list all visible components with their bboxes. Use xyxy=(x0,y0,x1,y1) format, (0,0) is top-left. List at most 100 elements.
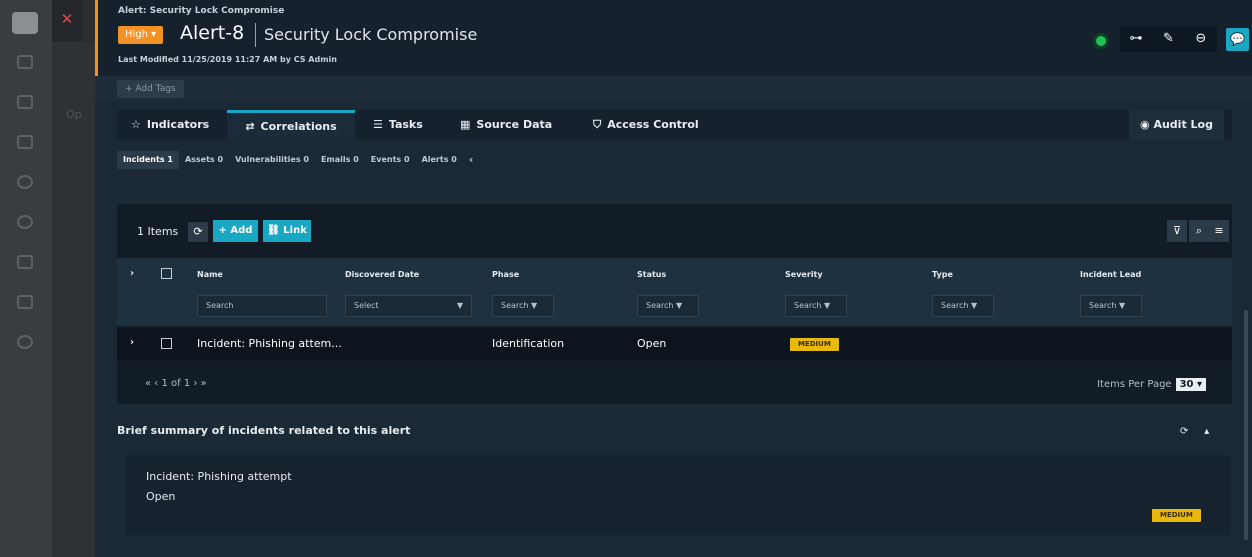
filter-icon[interactable]: ⊽ xyxy=(1167,220,1187,242)
comments-icon[interactable]: 💬 xyxy=(1226,28,1249,51)
refresh-icon[interactable]: ⟳ xyxy=(1180,426,1188,437)
severity-badge: MEDIUM xyxy=(790,338,839,351)
shuffle-icon[interactable] xyxy=(17,135,33,149)
filter-value: Search xyxy=(646,301,674,310)
close-modal-button[interactable]: ✕ xyxy=(52,0,82,42)
subtab-label: Incidents xyxy=(123,155,165,164)
summary-title: Brief summary of incidents related to th… xyxy=(117,424,411,437)
menu-icon[interactable]: ≡ xyxy=(1209,220,1229,242)
shield-icon: ⛉ xyxy=(593,118,602,131)
subtab-count: 0 xyxy=(303,155,309,164)
link-button[interactable]: ⛓ Link xyxy=(263,220,311,242)
collapse-icon[interactable]: ▴ xyxy=(1204,426,1209,437)
subtab-assets[interactable]: Assets 0 xyxy=(179,151,229,169)
refresh-icon[interactable]: ⟳ xyxy=(188,222,208,242)
subtab-label: Assets xyxy=(184,155,215,164)
queue-icon[interactable] xyxy=(17,95,33,109)
list-icon: ☰ xyxy=(373,118,383,131)
grid-header: › Name Discovered Date Phase Status Seve… xyxy=(117,258,1232,326)
tab-source-data[interactable]: ▦ Source Data xyxy=(460,110,552,140)
breadcrumb: Alert: Security Lock Compromise xyxy=(118,6,285,16)
subtab-count: 0 xyxy=(451,155,457,164)
column-header-discovered-date[interactable]: Discovered Date xyxy=(345,270,419,279)
briefcase-icon[interactable] xyxy=(17,255,33,269)
items-per-page: Items Per Page 30 ▾ xyxy=(1097,378,1206,391)
audit-log-label: Audit Log xyxy=(1153,118,1213,131)
incident-name[interactable]: Incident: Phishing attem... xyxy=(197,337,342,350)
severity-filter[interactable]: Search ▼ xyxy=(785,295,847,317)
expand-all-icon[interactable]: › xyxy=(130,268,134,279)
row-checkbox[interactable] xyxy=(161,338,172,349)
severity-dropdown[interactable]: High ▾ xyxy=(118,26,164,44)
column-header-name[interactable]: Name xyxy=(197,270,223,279)
link-label: Link xyxy=(283,225,307,236)
add-tags-button[interactable]: + Add Tags xyxy=(117,80,184,98)
dashboard-icon[interactable] xyxy=(17,55,33,69)
tab-indicators[interactable]: ☆ Indicators xyxy=(131,110,209,140)
incidents-grid: 1 Items ⟳ + Add ⛓ Link ⊽ ⌕ ≡ › Name Disc… xyxy=(117,204,1232,404)
subtab-count: 0 xyxy=(217,155,224,164)
grid-toolbar: 1 Items ⟳ + Add ⛓ Link ⊽ ⌕ ≡ xyxy=(117,204,1232,254)
phase-filter[interactable]: Search ▼ xyxy=(492,295,554,317)
tab-label: Correlations xyxy=(260,120,337,133)
items-per-page-label: Items Per Page xyxy=(1097,379,1172,390)
expand-row-icon[interactable]: › xyxy=(130,337,134,348)
column-header-phase[interactable]: Phase xyxy=(492,270,519,279)
tab-correlations[interactable]: ⇄ Correlations xyxy=(227,110,355,140)
filter-value: Search xyxy=(941,301,969,310)
subtab-vulnerabilities[interactable]: Vulnerabilities 0 xyxy=(229,151,315,169)
tab-tasks[interactable]: ☰ Tasks xyxy=(373,110,423,140)
column-header-incident-lead[interactable]: Incident Lead xyxy=(1080,270,1141,279)
discovered-date-filter[interactable]: Select ▼ xyxy=(345,295,472,317)
subtab-emails[interactable]: Emails 0 xyxy=(315,151,365,169)
items-per-page-select[interactable]: 30 ▾ xyxy=(1175,378,1206,391)
alert-modal: Alert: Security Lock Compromise High ▾ A… xyxy=(95,0,1252,557)
subtab-incidents[interactable]: Incidents 1 xyxy=(117,151,179,169)
workflow-icon[interactable]: ⊶ xyxy=(1120,26,1152,52)
background-app-strip: Op xyxy=(52,42,95,557)
subtab-label: Events xyxy=(370,155,402,164)
select-all-checkbox[interactable] xyxy=(161,268,172,279)
status-filter[interactable]: Search ▼ xyxy=(637,295,699,317)
incident-phase: Identification xyxy=(492,337,565,350)
pagination[interactable]: « ‹ 1 of 1 › » xyxy=(145,378,207,389)
summary-incident-name: Incident: Phishing attempt xyxy=(146,470,292,483)
app-logo xyxy=(12,12,38,34)
dropdown-caret-icon: ▼ xyxy=(824,301,831,310)
type-filter[interactable]: Search ▼ xyxy=(932,295,994,317)
dropdown-caret-icon: ▼ xyxy=(456,301,463,310)
subtab-alerts[interactable]: Alerts 0 xyxy=(416,151,463,169)
eye-icon: ◉ xyxy=(1140,118,1154,131)
collapse-subtabs-icon[interactable]: ‹ xyxy=(463,151,480,169)
app-root: ✕ Op Alert: Security Lock Compromise Hig… xyxy=(0,0,1252,557)
filter-value: Search xyxy=(1089,301,1117,310)
settings-icon[interactable] xyxy=(17,335,33,349)
column-header-severity[interactable]: Severity xyxy=(785,270,823,279)
bolt-icon[interactable] xyxy=(17,215,33,229)
tab-label: Source Data xyxy=(476,118,553,131)
edit-icon[interactable]: ✎ xyxy=(1152,26,1184,52)
tab-label: Indicators xyxy=(146,118,210,131)
column-header-type[interactable]: Type xyxy=(932,270,953,279)
status-indicator xyxy=(1096,36,1106,46)
tab-access-control[interactable]: ⛉ Access Control xyxy=(587,110,793,140)
chart-icon[interactable] xyxy=(17,295,33,309)
add-button[interactable]: + Add xyxy=(213,220,258,242)
table-icon: ▦ xyxy=(460,118,471,131)
link-icon[interactable]: ⊖ xyxy=(1185,26,1217,52)
subtab-events[interactable]: Events 0 xyxy=(365,151,416,169)
name-filter-input[interactable]: Search xyxy=(197,295,327,317)
audit-log-button[interactable]: ◉ Audit Log xyxy=(1129,110,1224,140)
dropdown-caret-icon: ▼ xyxy=(971,301,978,310)
column-header-status[interactable]: Status xyxy=(637,270,666,279)
search-icon[interactable]: ⌕ xyxy=(1189,220,1209,242)
table-row[interactable]: › Incident: Phishing attem... Identifica… xyxy=(117,328,1232,360)
security-icon[interactable] xyxy=(17,175,33,189)
incident-lead-filter[interactable]: Search ▼ xyxy=(1080,295,1142,317)
last-modified: Last Modified 11/25/2019 11:27 AM by CS … xyxy=(118,55,337,64)
tags-bar: + Add Tags xyxy=(95,76,1252,102)
summary-controls: ⟳ ▴ xyxy=(1180,426,1209,437)
correlation-subtabs: Incidents 1 Assets 0 Vulnerabilities 0 E… xyxy=(117,151,479,169)
alert-header: Alert: Security Lock Compromise High ▾ A… xyxy=(95,0,1252,76)
scrollbar[interactable] xyxy=(1244,310,1248,540)
